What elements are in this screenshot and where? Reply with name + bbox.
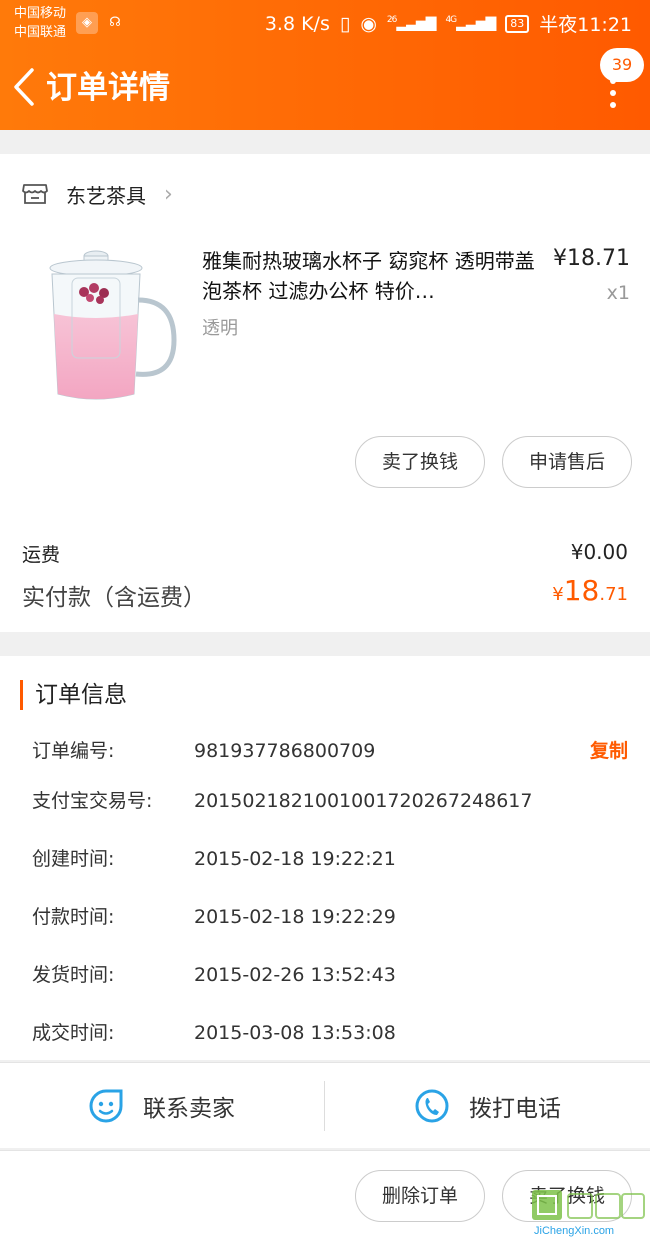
info-value: 2015-02-18 19:22:29 [194, 906, 396, 928]
info-value: 2015-02-18 19:22:21 [194, 848, 396, 870]
signal-1-icon: 26▂▃▅▇ [386, 15, 437, 32]
eye-icon: ◉ [360, 12, 377, 35]
vibrate-icon: ▯ [339, 12, 351, 35]
store-icon [22, 184, 48, 204]
product-title[interactable]: 雅集耐热玻璃水杯子 窈窕杯 透明带盖泡茶杯 过滤办公杯 特价… [202, 246, 538, 306]
total-value: ¥18.71 [552, 574, 628, 607]
info-value: 981937786800709 [194, 740, 376, 762]
divider [324, 1081, 325, 1131]
carrier-info: 中国移动 中国联通 [14, 4, 66, 42]
product-price: ¥18.71 [553, 246, 630, 271]
info-row-paid: 付款时间: 2015-02-18 19:22:29 [32, 902, 628, 932]
chevron-right-icon: › [164, 181, 173, 207]
info-key: 创建时间: [32, 848, 115, 870]
page-title: 订单详情 [46, 70, 170, 106]
contact-seller-button[interactable]: 联系卖家 [0, 1063, 324, 1149]
call-button[interactable]: 拨打电话 [326, 1063, 650, 1149]
sell-for-cash-button[interactable]: 卖了换钱 [355, 436, 485, 488]
more-menu-icon[interactable] [598, 78, 628, 124]
info-value: 2015-02-26 13:52:43 [194, 964, 396, 986]
info-key: 付款时间: [32, 906, 115, 928]
info-key: 支付宝交易号: [32, 790, 153, 812]
contact-bar: 联系卖家 拨打电话 [0, 1062, 650, 1148]
shipping-label: 运费 [22, 544, 61, 566]
watermark-text: JiChengXin.com [534, 1225, 614, 1237]
total-int: 18 [563, 574, 600, 607]
carrier-1: 中国移动 [14, 6, 67, 21]
watermark-logo: JiChengXin.com [532, 1190, 645, 1237]
total-label: 实付款（含运费） [22, 585, 206, 611]
delete-order-button[interactable]: 删除订单 [355, 1170, 485, 1222]
info-value: 2015021821001001720267248617 [194, 790, 533, 812]
info-row-completed: 成交时间: 2015-03-08 13:53:08 [32, 1018, 628, 1048]
product-image[interactable] [28, 244, 178, 404]
info-row-created: 创建时间: 2015-02-18 19:22:21 [32, 844, 628, 874]
section-title: 订单信息 [20, 680, 127, 710]
app-header: 订单详情 39 [0, 48, 650, 130]
info-key: 订单编号: [32, 740, 115, 762]
status-bar: 中国移动 中国联通 ◈ ☊ 3.8 K/s ▯ ◉ 26▂▃▅▇ 4G▂▃▅▇ … [0, 0, 650, 48]
signal-2-icon: 4G▂▃▅▇ [445, 15, 496, 32]
shipping-value: ¥0.00 [570, 540, 628, 564]
total-dec: .71 [599, 584, 628, 605]
clock: 半夜11:21 [539, 14, 632, 36]
info-key: 成交时间: [32, 1022, 115, 1044]
message-badge[interactable]: 39 [600, 48, 644, 82]
call-label: 拨打电话 [469, 1096, 561, 1122]
copy-button[interactable]: 复制 [590, 736, 628, 766]
store-name: 东艺茶具 [66, 183, 146, 208]
product-sku: 透明 [202, 318, 238, 339]
total-currency: ¥ [552, 584, 564, 605]
shield-icon: ◈ [76, 12, 98, 34]
chat-face-icon [89, 1089, 123, 1123]
info-row-alipay-no: 支付宝交易号: 2015021821001001720267248617 [32, 786, 628, 816]
status-right: 3.8 K/s ▯ ◉ 26▂▃▅▇ 4G▂▃▅▇ 83 半夜11:21 [265, 10, 632, 37]
battery-icon: 83 [505, 14, 530, 33]
apply-aftersale-button[interactable]: 申请售后 [502, 436, 632, 488]
product-qty: x1 [606, 282, 630, 304]
info-row-order-no: 订单编号: 981937786800709 复制 [32, 736, 628, 766]
order-info-card: 订单信息 订单编号: 981937786800709 复制 支付宝交易号: 20… [0, 656, 650, 1060]
order-item-card: 东艺茶具 › 雅集耐热玻璃水杯子 窈窕杯 透明带盖泡茶杯 过滤办公杯 特价… ¥… [0, 154, 650, 632]
info-value: 2015-03-08 13:53:08 [194, 1022, 396, 1044]
contact-seller-label: 联系卖家 [143, 1096, 235, 1122]
network-speed: 3.8 K/s [264, 12, 330, 35]
info-key: 发货时间: [32, 964, 115, 986]
back-icon[interactable] [8, 62, 44, 112]
headset-icon: ☊ [109, 15, 121, 30]
info-row-shipped: 发货时间: 2015-02-26 13:52:43 [32, 960, 628, 990]
carrier-2: 中国联通 [14, 25, 67, 40]
store-row[interactable]: 东艺茶具 › [22, 176, 173, 212]
phone-icon [415, 1089, 449, 1123]
